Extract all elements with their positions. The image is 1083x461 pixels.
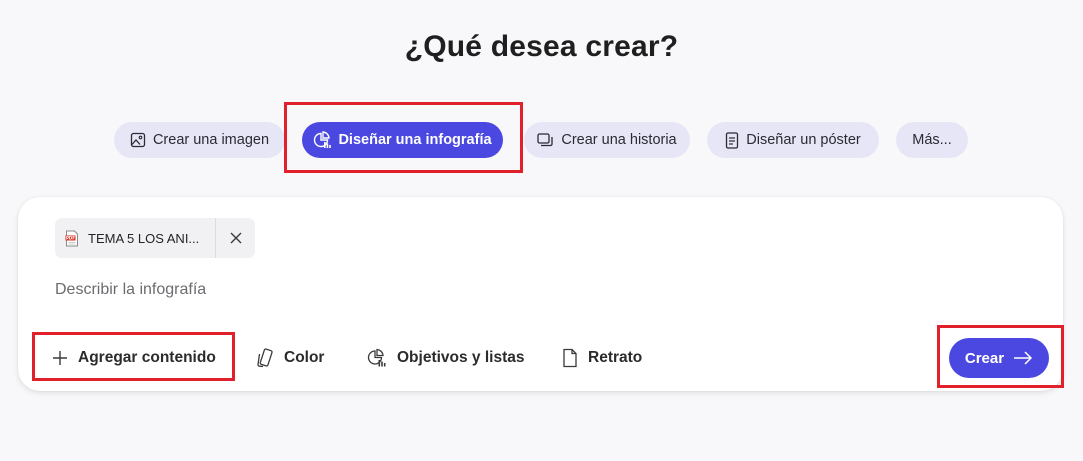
description-input[interactable]: Describir la infografía <box>55 281 206 299</box>
color-button[interactable]: Color <box>256 345 324 371</box>
crear-historia-label: Crear una historia <box>561 132 677 148</box>
infographic-goals-icon <box>367 348 386 367</box>
agregar-contenido-label: Agregar contenido <box>78 349 216 366</box>
disenar-poster-label: Diseñar un póster <box>746 132 861 148</box>
crear-historia-button[interactable]: Crear una historia <box>524 122 690 158</box>
poster-icon <box>726 131 739 149</box>
arrow-right-icon <box>1014 351 1033 365</box>
remove-attachment-button[interactable] <box>216 218 255 258</box>
attachment-file-name: TEMA 5 LOS ANI... <box>88 230 200 246</box>
pdf-file-icon: PDF <box>65 230 78 246</box>
objetivos-listas-button[interactable]: Objetivos y listas <box>367 345 525 371</box>
image-icon <box>130 132 146 148</box>
retrato-button[interactable]: Retrato <box>562 345 642 371</box>
attachment-chip: PDF TEMA 5 LOS ANI... <box>55 218 255 258</box>
color-swatch-icon <box>257 348 273 368</box>
page: ¿Qué desea crear? Crear una imagen Diseñ… <box>0 0 1083 461</box>
page-title: ¿Qué desea crear? <box>404 30 679 63</box>
close-icon <box>230 232 241 244</box>
mas-label: Más... <box>912 132 952 148</box>
crear-label: Crear <box>964 349 1005 367</box>
crear-imagen-button[interactable]: Crear una imagen <box>114 122 285 158</box>
plus-icon <box>53 351 67 365</box>
color-label: Color <box>284 349 325 366</box>
crear-button[interactable]: Crear <box>949 338 1049 378</box>
objetivos-listas-label: Objetivos y listas <box>397 349 525 366</box>
crear-imagen-label: Crear una imagen <box>152 132 270 148</box>
agregar-contenido-button[interactable]: Agregar contenido <box>52 345 216 371</box>
svg-text:PDF: PDF <box>66 235 75 240</box>
portrait-page-icon <box>563 348 577 368</box>
story-icon <box>537 133 554 147</box>
disenar-infografia-label: Diseñar una infografía <box>338 132 492 148</box>
attachment-file[interactable]: PDF TEMA 5 LOS ANI... <box>55 218 215 258</box>
disenar-infografia-button[interactable]: Diseñar una infografía <box>302 122 503 158</box>
mas-button[interactable]: Más... <box>896 122 968 158</box>
retrato-label: Retrato <box>588 349 643 366</box>
infographic-icon <box>314 131 332 148</box>
prompt-panel: PDF TEMA 5 LOS ANI... Describir la infog… <box>18 197 1063 391</box>
disenar-poster-button[interactable]: Diseñar un póster <box>707 122 879 158</box>
